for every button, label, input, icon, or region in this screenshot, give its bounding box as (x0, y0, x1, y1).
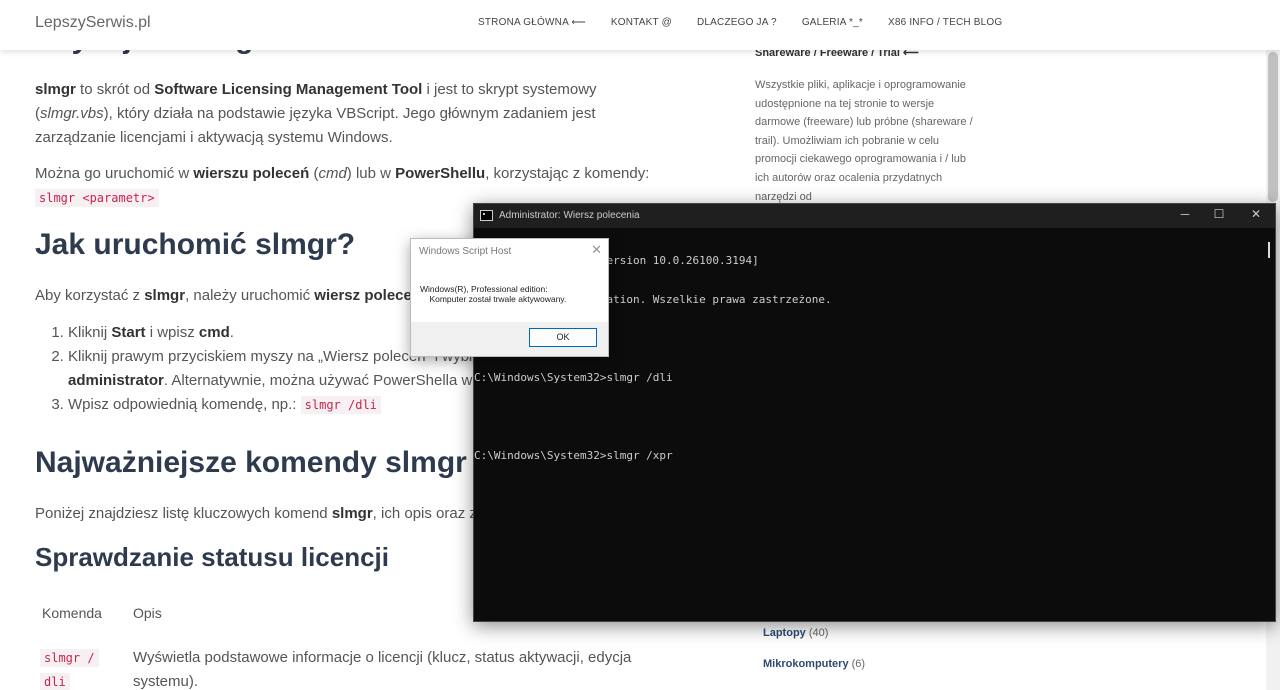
site-logo[interactable]: LepszySerwis.pl (35, 14, 151, 32)
main-menu: STRONA GŁÓWNA ⟵ KONTAKT @ DLACZEGO JA ? … (478, 17, 1027, 28)
maximize-icon[interactable]: ☐ (1209, 207, 1229, 221)
sidebar-widget-text: Wszystkie pliki, aplikacje i oprogramowa… (755, 79, 973, 203)
nav-tech-blog[interactable]: X86 INFO / TECH BLOG (888, 17, 1002, 28)
cmd-line-dli: C:\Windows\System32>slmgr /dli (474, 371, 673, 384)
cmd-scrollbar[interactable] (1268, 242, 1270, 258)
nav-contact[interactable]: KONTAKT @ (611, 17, 672, 28)
dialog-close-icon[interactable]: ✕ (591, 242, 602, 258)
table-header-command: Komenda (42, 605, 102, 621)
minimize-icon[interactable]: ─ (1175, 207, 1195, 221)
heading-how-to-run: Jak uruchomić slmgr? (35, 228, 356, 261)
table-header-description: Opis (133, 605, 162, 621)
dialog-message: Windows(R), Professional edition: Komput… (420, 284, 567, 304)
nav-home[interactable]: STRONA GŁÓWNA ⟵ (478, 17, 586, 28)
cmd-line-xpr: C:\Windows\System32>slmgr /xpr (474, 449, 673, 462)
heading-license-status: Sprawdzanie statusu licencji (35, 542, 389, 572)
nav-gallery[interactable]: GALERIA *_* (802, 17, 863, 28)
top-navigation-bar: LepszySerwis.pl STRONA GŁÓWNA ⟵ KONTAKT … (0, 0, 1280, 50)
dialog-title: Windows Script Host (419, 246, 512, 257)
windows-script-host-dialog[interactable]: Windows Script Host ✕ Windows(R), Profes… (410, 238, 609, 357)
table-cell-command: slmgr / dli (40, 646, 110, 690)
sidebar-category-laptops[interactable]: Laptopy (40) (763, 627, 828, 639)
sidebar-category-microcomputers[interactable]: Mikrokomputery (6) (763, 658, 865, 670)
dialog-footer: OK (411, 322, 608, 356)
cmd-window-title: Administrator: Wiersz polecenia (499, 210, 640, 221)
close-icon[interactable]: ✕ (1246, 207, 1266, 221)
table-cell-description: Wyświetla podstawowe informacje o licenc… (133, 649, 632, 690)
terminal-icon (480, 210, 493, 221)
ok-button[interactable]: OK (529, 328, 597, 347)
code-snippet: slmgr <parametr> (35, 189, 159, 207)
cmd-title-bar[interactable]: Administrator: Wiersz polecenia ─ ☐ ✕ (474, 204, 1275, 228)
nav-why-me[interactable]: DLACZEGO JA ? (697, 17, 777, 28)
heading-main-commands: Najważniejsze komendy slmgr (35, 446, 467, 479)
page-scrollbar-thumb[interactable] (1268, 52, 1278, 202)
intro-paragraph: slmgr to skrót od Software Licensing Man… (35, 81, 597, 146)
